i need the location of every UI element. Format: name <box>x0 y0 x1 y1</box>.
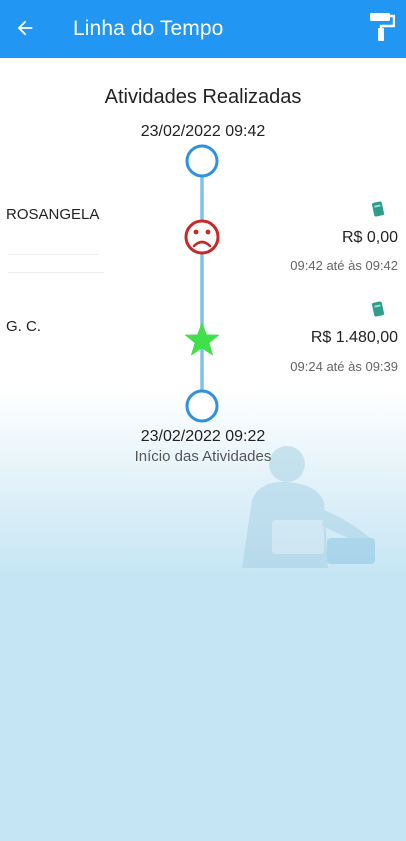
paint-roller-button[interactable] <box>366 10 398 44</box>
paint-roller-icon <box>370 13 395 41</box>
end-datetime: 23/02/2022 09:42 <box>140 123 266 140</box>
entry-value: R$ 0,00 <box>341 229 398 246</box>
divider <box>8 272 104 273</box>
entry-period: 09:24 até às 09:39 <box>290 359 398 374</box>
app-bar: Linha do Tempo <box>0 0 406 58</box>
arrow-left-icon <box>17 20 33 36</box>
start-label: Início das Atividades <box>134 448 272 465</box>
start-datetime: 23/02/2022 09:22 <box>140 428 266 445</box>
timeline-heading: Atividades Realizadas <box>104 86 302 108</box>
divider <box>8 254 98 255</box>
money-icon <box>372 301 384 317</box>
money-icon <box>372 201 384 217</box>
entry-name: ROSANGELA <box>6 206 100 223</box>
entry-period: 09:42 até às 09:42 <box>290 258 398 273</box>
entry-name: G. C. <box>6 318 42 335</box>
page-title: Linha do Tempo <box>73 17 224 40</box>
back-button[interactable] <box>10 13 40 43</box>
entry-value: R$ 1.480,00 <box>310 329 398 346</box>
